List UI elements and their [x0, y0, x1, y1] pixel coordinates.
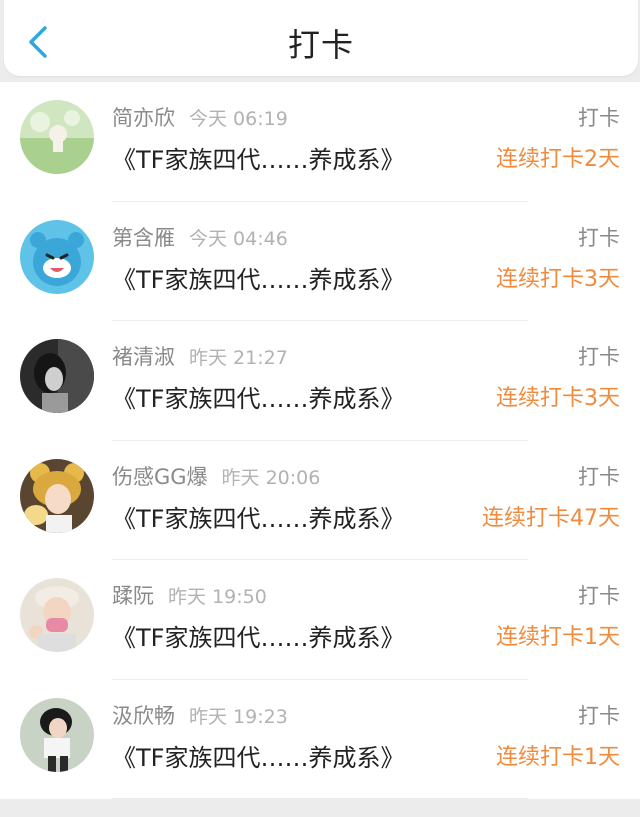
- user-name: 蹂阮 昨天 19:50: [112, 584, 267, 608]
- book-title[interactable]: 《TF家族四代……养成系》: [112, 140, 404, 175]
- list-item[interactable]: 褚清淑 昨天 21:27 《TF家族四代……养成系》 打卡 连续打卡3天: [0, 321, 640, 441]
- streak-label: 连续打卡3天: [496, 386, 620, 411]
- book-title[interactable]: 《TF家族四代……养成系》: [112, 260, 404, 295]
- user-name: 汲欣畅 昨天 19:23: [112, 703, 288, 728]
- avatar[interactable]: [20, 219, 94, 294]
- action-label: 打卡: [578, 106, 620, 130]
- user-name: 简亦欣 今天 06:19: [112, 106, 288, 130]
- book-title[interactable]: 《TF家族四代……养成系》: [112, 618, 404, 653]
- streak-label: 连续打卡1天: [496, 744, 620, 770]
- action-label: 打卡: [578, 225, 620, 250]
- page-title: 打卡: [287, 26, 354, 64]
- avatar[interactable]: [20, 458, 94, 533]
- timestamp: 昨天 19:23: [189, 705, 288, 728]
- user-name: 第含雁 今天 04:46: [112, 225, 288, 250]
- book-title[interactable]: 《TF家族四代……养成系》: [112, 499, 404, 534]
- streak-label: 连续打卡1天: [496, 625, 620, 650]
- timestamp: 今天 04:46: [189, 227, 288, 250]
- action-label: 打卡: [578, 464, 620, 489]
- avatar[interactable]: [20, 697, 94, 772]
- streak-label: 连续打卡47天: [482, 505, 620, 531]
- checkin-list: 简亦欣 今天 06:19 《TF家族四代……养成系》 打卡 连续打卡2天 第含雁今…: [0, 82, 640, 799]
- timestamp: 昨天 21:27: [189, 347, 288, 369]
- action-label: 打卡: [578, 345, 620, 369]
- list-item[interactable]: 蹂阮 昨天 19:50 《TF家族四代……养成系》 打卡 连续打卡1天: [0, 560, 640, 680]
- timestamp: 昨天 20:06: [221, 466, 321, 489]
- streak-label: 连续打卡2天: [496, 147, 620, 172]
- list-item[interactable]: 第含雁 今天 04:46 《TF家族四代……养成系》 打卡 连续打卡3天: [0, 202, 640, 322]
- list-item[interactable]: 伤感GG爆 昨天 20:06 《TF家族四代……养成系》 打卡 连续打卡47天: [0, 441, 640, 561]
- avatar[interactable]: [20, 100, 94, 174]
- timestamp: 今天 06:19: [189, 108, 288, 130]
- book-title[interactable]: 《TF家族四代……养成系》: [112, 738, 404, 773]
- top-bar: 打卡: [4, 0, 638, 76]
- avatar[interactable]: [20, 339, 94, 413]
- timestamp: 昨天 19:50: [168, 586, 267, 608]
- user-name: 褚清淑 昨天 21:27: [112, 345, 288, 369]
- list-item[interactable]: 汲欣畅 昨天 19:23 《TF家族四代……养成系》 打卡 连续打卡1天: [0, 680, 640, 800]
- avatar[interactable]: [20, 578, 94, 652]
- user-name: 伤感GG爆 昨天 20:06: [112, 464, 321, 489]
- list-item[interactable]: 简亦欣 今天 06:19 《TF家族四代……养成系》 打卡 连续打卡2天: [0, 82, 640, 202]
- action-label: 打卡: [578, 703, 620, 728]
- action-label: 打卡: [578, 584, 620, 608]
- book-title[interactable]: 《TF家族四代……养成系》: [112, 379, 404, 414]
- streak-label: 连续打卡3天: [496, 266, 620, 292]
